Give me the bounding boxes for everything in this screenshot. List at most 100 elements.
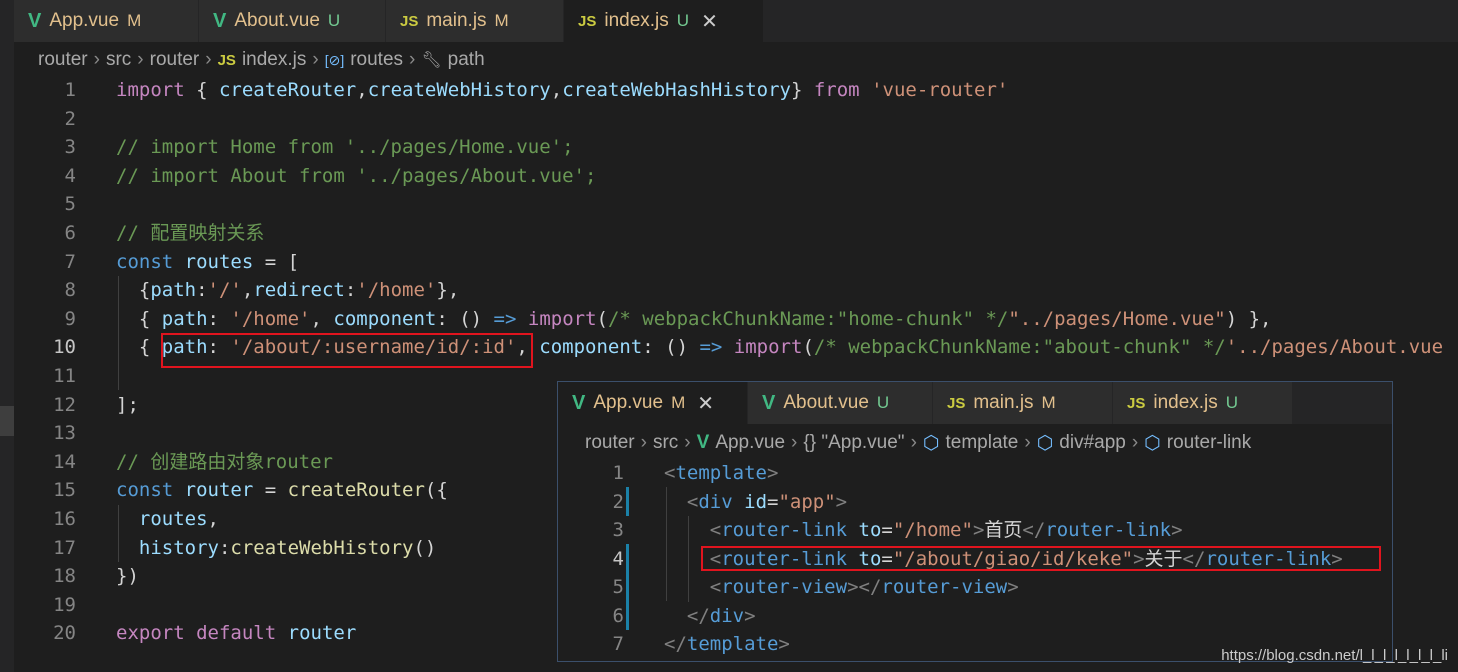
breadcrumb-item[interactable]: {} "App.vue": [803, 432, 904, 454]
line-number: 1: [612, 462, 624, 484]
breadcrumb-item[interactable]: div#app: [1059, 432, 1126, 454]
wrench-icon: 🔧︎: [421, 52, 442, 69]
chevron-right-icon: ›: [93, 49, 100, 70]
line-number: 15: [53, 479, 76, 502]
code-text: const router = createRouter({: [116, 479, 448, 502]
code-text: export default router: [116, 622, 357, 645]
breadcrumb-item[interactable]: router-link: [1167, 432, 1251, 454]
chevron-right-icon: ›: [205, 49, 212, 70]
main-tab-main-js[interactable]: JS main.js M: [386, 0, 564, 42]
line-number: 4: [612, 547, 624, 570]
line-number: 4: [64, 164, 76, 187]
close-icon[interactable]: ✕: [701, 9, 718, 34]
code-line: 3 <router-link to="/home">首页</router-lin…: [558, 516, 1392, 544]
line-number: 2: [612, 490, 624, 513]
main-tab-about-vue[interactable]: V About.vue U: [199, 0, 386, 42]
breadcrumb-item[interactable]: index.js: [242, 49, 306, 71]
tab-filename: About.vue: [234, 10, 320, 31]
code-text: }): [116, 565, 139, 588]
vue-file-icon: V: [696, 432, 710, 453]
breadcrumb-item[interactable]: src: [653, 432, 678, 454]
overlay-tab-about-vue[interactable]: V About.vue U: [748, 382, 933, 424]
code-text: // import About from '../pages/About.vue…: [116, 164, 597, 187]
close-icon[interactable]: ✕: [697, 391, 714, 416]
code-text: routes,: [138, 508, 219, 530]
code-text: </template>: [664, 633, 790, 655]
line-number: 7: [64, 250, 76, 273]
line-number: 19: [53, 593, 76, 616]
breadcrumb-item[interactable]: router: [150, 49, 200, 71]
code-line: 7 const routes = [: [0, 248, 1458, 276]
breadcrumb-item[interactable]: router: [38, 49, 88, 71]
code-line: 5 <router-view></router-view>: [558, 573, 1392, 601]
code-line: 9 { path: '/home', component: () => impo…: [0, 305, 1458, 333]
line-number: 9: [64, 307, 76, 330]
chevron-right-icon: ›: [1131, 432, 1139, 453]
code-text: <template>: [664, 462, 779, 484]
line-number: 18: [53, 565, 76, 588]
code-text: {path:'/',redirect:'/home'},: [116, 279, 460, 302]
line-number: 14: [53, 450, 76, 473]
code-line: 5: [0, 190, 1458, 218]
js-file-icon: JS: [400, 12, 419, 30]
line-number: 3: [612, 519, 624, 541]
code-line: 6 // 配置映射关系: [0, 219, 1458, 247]
main-breadcrumb: router › src › router › JS index.js › [⊘] routes › 🔧…: [38, 43, 485, 77]
code-line: 1 import { createRouter,createWebHistory,…: [0, 76, 1458, 104]
line-number: 6: [612, 604, 624, 627]
git-status-badge: U: [876, 393, 890, 412]
breadcrumb-item[interactable]: path: [448, 49, 485, 71]
indent-guide: [118, 505, 119, 562]
code-line: 8 {path:'/',redirect:'/home'},: [0, 276, 1458, 304]
code-text: { path: '/home', component: () => import…: [116, 307, 1272, 330]
line-number: 13: [53, 422, 76, 445]
breadcrumb-item[interactable]: App.vue: [715, 432, 785, 454]
tab-filename: index.js: [604, 10, 669, 31]
vue-file-icon: V: [762, 391, 776, 414]
overlay-tab-main-js[interactable]: JS main.js M: [933, 382, 1113, 424]
js-file-icon: JS: [1127, 394, 1146, 412]
app-vue-editor-window: V App.vue M ✕ V About.vue U JS main.js M JS index.j…: [557, 381, 1393, 662]
js-file-icon: JS: [217, 51, 236, 69]
overlay-breadcrumb: router › src › V App.vue ›{} "App.vue" › ⬡ templa…: [585, 426, 1251, 460]
chevron-right-icon: ›: [1024, 432, 1031, 453]
modified-gutter-marker: [626, 487, 629, 516]
overlay-tab-index-js[interactable]: JS index.js U: [1113, 382, 1293, 424]
code-line: 6 </div>: [558, 602, 1392, 630]
code-line: 4 // import About from '../pages/About.vu…: [0, 162, 1458, 190]
element-icon: ⬡: [1144, 432, 1161, 454]
code-line: 2: [0, 105, 1458, 133]
code-line: 1 <template>: [558, 459, 1392, 487]
tab-filename: App.vue: [593, 392, 664, 413]
git-status-badge: U: [327, 11, 341, 30]
git-status-badge: M: [671, 393, 686, 412]
code-line: 2 <div id="app">: [558, 488, 1392, 516]
element-icon: ⬡: [1036, 432, 1054, 454]
main-tab-app-vue[interactable]: V App.vue M: [14, 0, 199, 42]
line-number: 7: [612, 633, 624, 655]
git-status-badge: M: [127, 11, 142, 30]
code-text: const routes = [: [116, 250, 300, 273]
breadcrumb-item[interactable]: router: [585, 432, 635, 454]
code-text: history:createWebHistory(): [138, 536, 437, 559]
overlay-tab-app-vue[interactable]: V App.vue M ✕: [558, 382, 748, 424]
git-status-badge: M: [1041, 393, 1056, 412]
watermark: https://blog.csdn.net/l_l_l_l_l_l_l_li: [1221, 647, 1448, 664]
tab-filename: main.js: [973, 392, 1034, 413]
main-tab-index-js[interactable]: JS index.js U ✕: [564, 0, 764, 42]
chevron-right-icon: ›: [910, 432, 917, 453]
breadcrumb-item[interactable]: template: [945, 432, 1018, 454]
line-number: 11: [53, 365, 76, 387]
breadcrumb-item[interactable]: src: [106, 49, 131, 71]
line-number: 5: [612, 576, 624, 598]
array-icon: [⊘]: [324, 51, 345, 68]
highlight-router-link-box: [701, 546, 1381, 571]
modified-gutter-marker: [626, 544, 629, 630]
code-text: </div>: [686, 604, 756, 627]
chevron-right-icon: ›: [640, 432, 647, 453]
git-status-badge: U: [676, 11, 690, 30]
indent-guide: [688, 516, 689, 602]
breadcrumb-item[interactable]: routes: [350, 49, 403, 71]
line-number: 17: [53, 536, 76, 559]
js-file-icon: JS: [578, 12, 597, 30]
